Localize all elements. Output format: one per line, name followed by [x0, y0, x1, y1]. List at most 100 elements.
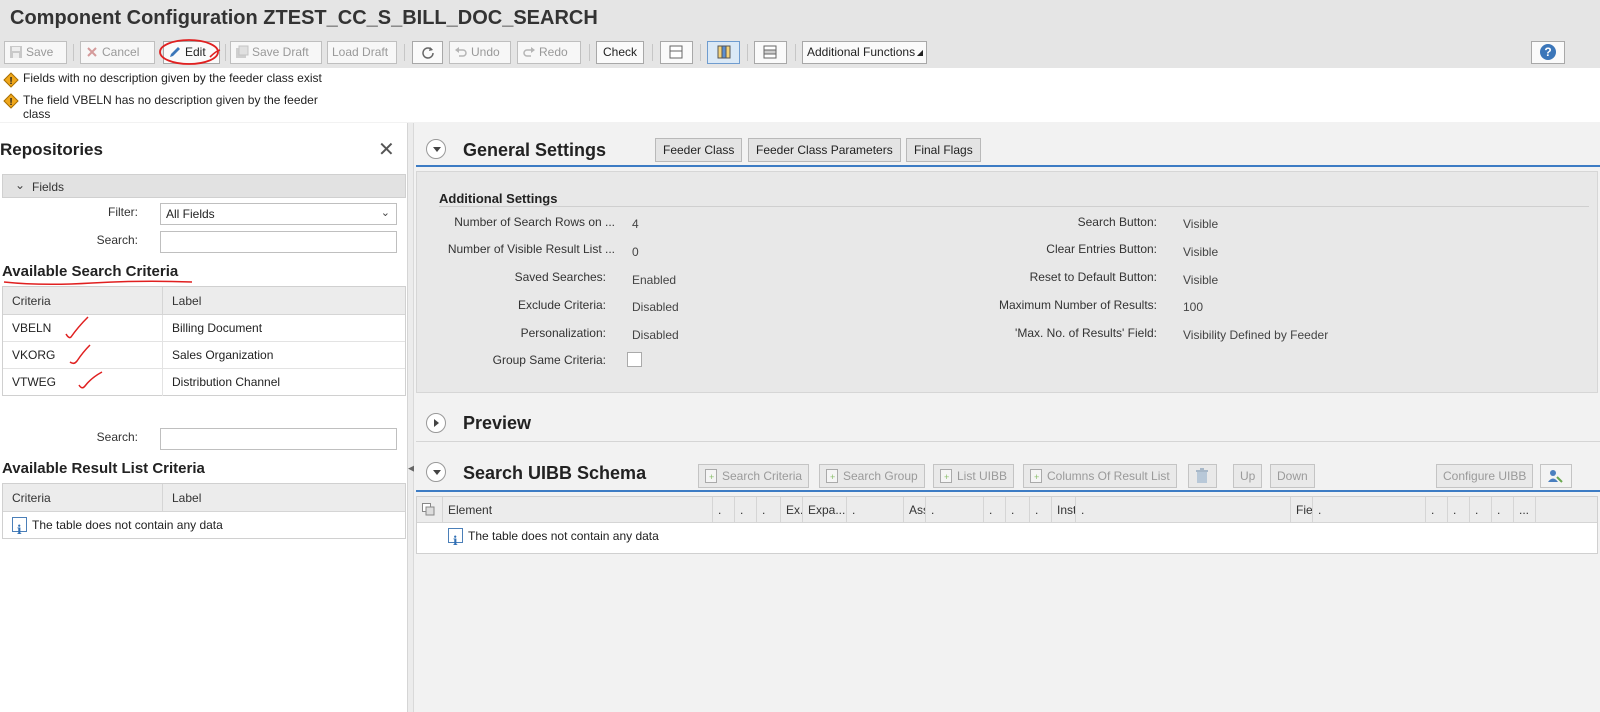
select-all-header[interactable] [417, 497, 443, 523]
info-icon [448, 528, 463, 555]
toolbar-divider [73, 44, 74, 61]
button-label: Search Group [843, 469, 918, 483]
column-header[interactable]: Element [443, 497, 713, 523]
help-icon: ? [1540, 44, 1556, 60]
setting-value: Enabled [632, 273, 677, 287]
column-header[interactable]: . [757, 497, 781, 523]
column-header[interactable]: Criteria [3, 287, 163, 315]
feeder-class-parameters-button[interactable]: Feeder Class Parameters [748, 138, 901, 162]
button-label: Columns Of Result List [1047, 469, 1170, 483]
refresh-icon [421, 47, 434, 59]
save-draft-button[interactable]: Save Draft [230, 41, 322, 64]
schema-table: Element . . . Ex... Expa... . Assi... . … [416, 496, 1598, 555]
column-header[interactable]: Assi... [904, 497, 926, 523]
add-columns-result-list-button[interactable]: Columns Of Result List [1023, 464, 1177, 488]
setting-value: Visible [1183, 245, 1219, 259]
general-settings-body: Additional Settings Number of Search Row… [416, 171, 1598, 393]
search-label: Search: [96, 430, 138, 444]
column-header[interactable]: Criteria [3, 484, 163, 512]
preview-title: Preview [463, 413, 532, 433]
column-header[interactable]: Field Name [1291, 497, 1313, 523]
section-divider [416, 165, 1600, 167]
setting-value: 0 [632, 245, 639, 259]
add-list-uibb-button[interactable]: List UIBB [933, 464, 1015, 488]
save-button[interactable]: Save [4, 41, 67, 64]
configuration-panel: General Settings Feeder Class Feeder Cla… [414, 123, 1600, 712]
column-header[interactable]: Label [163, 484, 405, 512]
general-settings-title: General Settings [463, 140, 607, 160]
expand-toggle-icon[interactable] [426, 413, 446, 433]
move-down-button[interactable]: Down [1270, 464, 1315, 488]
label-cell: Sales Organization [172, 348, 274, 362]
layout-rows-icon [669, 45, 683, 59]
column-header[interactable]: . [1076, 497, 1291, 523]
additional-functions-button[interactable]: Additional Functions ◢ [802, 41, 927, 64]
column-header[interactable]: Ex... [781, 497, 803, 523]
section-divider [416, 490, 1600, 492]
move-up-button[interactable]: Up [1233, 464, 1263, 488]
layout-split-button[interactable] [707, 41, 740, 64]
empty-row: The table does not contain any data [3, 512, 405, 544]
toolbar: Save Cancel Edit Save Draft Load Draft U… [0, 39, 1600, 67]
empty-row: The table does not contain any data [417, 523, 1597, 555]
setting-label: Reset to Default Button: [1029, 270, 1157, 284]
red-underline-annotation [3, 280, 193, 286]
feeder-class-button[interactable]: Feeder Class [655, 138, 743, 162]
toolbar-divider [747, 44, 748, 61]
check-button[interactable]: Check [596, 41, 644, 64]
setting-label: Number of Search Rows on ... [454, 215, 615, 229]
redo-button[interactable]: Redo [517, 41, 581, 64]
redo-icon [523, 47, 535, 57]
column-header[interactable]: . [713, 497, 735, 523]
close-icon[interactable]: ✕ [378, 137, 395, 162]
layout-full-button[interactable] [754, 41, 787, 64]
add-search-group-button[interactable]: Search Group [819, 464, 925, 488]
column-header[interactable]: . [926, 497, 984, 523]
configure-uibb-button[interactable]: Configure UIBB [1436, 464, 1534, 488]
check-label: Check [602, 45, 637, 59]
filter-select[interactable]: All Fields ⌄ [160, 203, 397, 225]
column-header[interactable]: Instance ID [1052, 497, 1076, 523]
help-button[interactable]: ? [1531, 41, 1565, 64]
collapse-toggle-icon[interactable] [426, 462, 446, 482]
group-same-criteria-checkbox[interactable] [627, 352, 642, 367]
column-header[interactable]: . [1006, 497, 1030, 523]
general-settings-header: General Settings Feeder Class Feeder Cla… [416, 133, 1600, 167]
cancel-label: Cancel [102, 45, 140, 59]
toolbar-divider [700, 44, 701, 61]
delete-button[interactable] [1188, 464, 1217, 488]
result-search-input[interactable] [160, 428, 397, 450]
column-header[interactable]: Expa... [803, 497, 847, 523]
save-draft-label: Save Draft [252, 45, 309, 59]
toolbar-divider [795, 44, 796, 61]
personalize-button[interactable] [1540, 464, 1572, 488]
column-header[interactable]: . [1470, 497, 1492, 523]
warning-icon: ! [3, 72, 19, 88]
toolbar-divider [652, 44, 653, 61]
column-header[interactable]: . [1492, 497, 1514, 523]
column-header[interactable]: . [735, 497, 757, 523]
setting-value: Disabled [632, 328, 679, 342]
undo-button[interactable]: Undo [449, 41, 511, 64]
refresh-button[interactable] [412, 41, 443, 64]
column-header[interactable]: . [984, 497, 1006, 523]
warning-icon: ! [3, 93, 19, 109]
collapse-toggle-icon[interactable] [426, 139, 446, 159]
column-header[interactable]: Label [163, 287, 405, 315]
fields-group-header[interactable]: ⌄ Fields [2, 174, 406, 198]
layout-horizontal-button[interactable] [660, 41, 693, 64]
search-criteria-table: Criteria Label VBELN Billing Document VK… [2, 286, 406, 396]
search-input[interactable] [160, 231, 397, 253]
column-header[interactable]: ... [1514, 497, 1536, 523]
column-header[interactable]: . [1313, 497, 1426, 523]
red-checkmark-annotations [65, 316, 103, 389]
setting-label: Exclude Criteria: [517, 298, 606, 312]
load-draft-button[interactable]: Load Draft [327, 41, 397, 64]
column-header[interactable]: . [1030, 497, 1052, 523]
column-header[interactable]: . [1448, 497, 1470, 523]
column-header[interactable]: . [1426, 497, 1448, 523]
add-search-criteria-button[interactable]: Search Criteria [698, 464, 810, 488]
cancel-button[interactable]: Cancel [80, 41, 155, 64]
final-flags-button[interactable]: Final Flags [906, 138, 981, 162]
column-header[interactable]: . [847, 497, 904, 523]
